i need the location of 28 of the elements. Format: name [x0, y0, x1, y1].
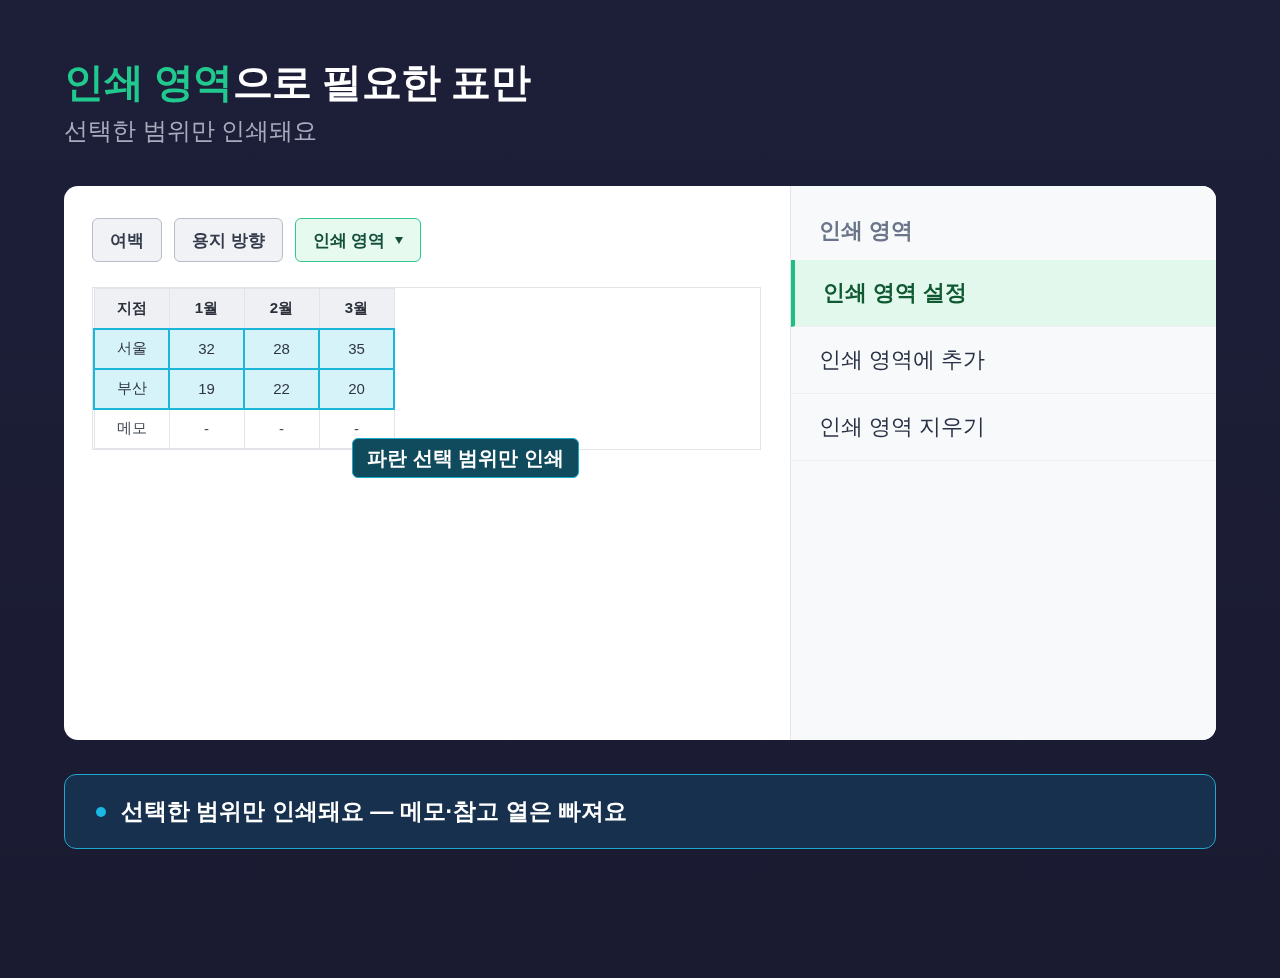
table-cell: -: [169, 408, 244, 449]
menu-title: 인쇄 영역: [818, 217, 915, 245]
table-cell: 28: [244, 328, 319, 369]
column-header: 1월: [169, 288, 244, 329]
column-header: 지점: [94, 288, 169, 329]
table-cell: 20: [319, 368, 394, 409]
toolbar-button[interactable]: 용지 방향: [174, 218, 283, 262]
column-header: 3월: [319, 288, 394, 329]
table-cell: 19: [169, 368, 244, 409]
menu-item[interactable]: 인쇄 영역 설정: [791, 260, 1216, 327]
table-cell: 메모: [94, 408, 169, 449]
toolbar-button[interactable]: 여백: [92, 218, 162, 262]
callout-text: 선택한 범위만 인쇄돼요 — 메모·참고 열은 빠져요: [121, 797, 627, 826]
page-title: 인쇄 영역으로 필요한 표만: [64, 59, 532, 106]
menu-item[interactable]: 인쇄 영역에 추가: [791, 327, 1216, 394]
table-cell: 부산: [94, 368, 169, 409]
dot-icon: [96, 806, 106, 817]
table-cell: 22: [244, 368, 319, 409]
table-cell: -: [244, 408, 319, 449]
table-cell: 서울: [94, 328, 169, 369]
menu-item[interactable]: 인쇄 영역 지우기: [791, 394, 1216, 461]
column-header: 2월: [244, 288, 319, 329]
page-subtitle: 선택한 범위만 인쇄돼요: [64, 116, 319, 146]
table-cell: 32: [169, 328, 244, 369]
caret-icon: [395, 236, 404, 244]
tooltip: 파란 선택 범위만 인쇄: [352, 438, 579, 478]
table-cell: 35: [319, 328, 394, 369]
dropdown-button[interactable]: 인쇄 영역: [294, 218, 422, 262]
